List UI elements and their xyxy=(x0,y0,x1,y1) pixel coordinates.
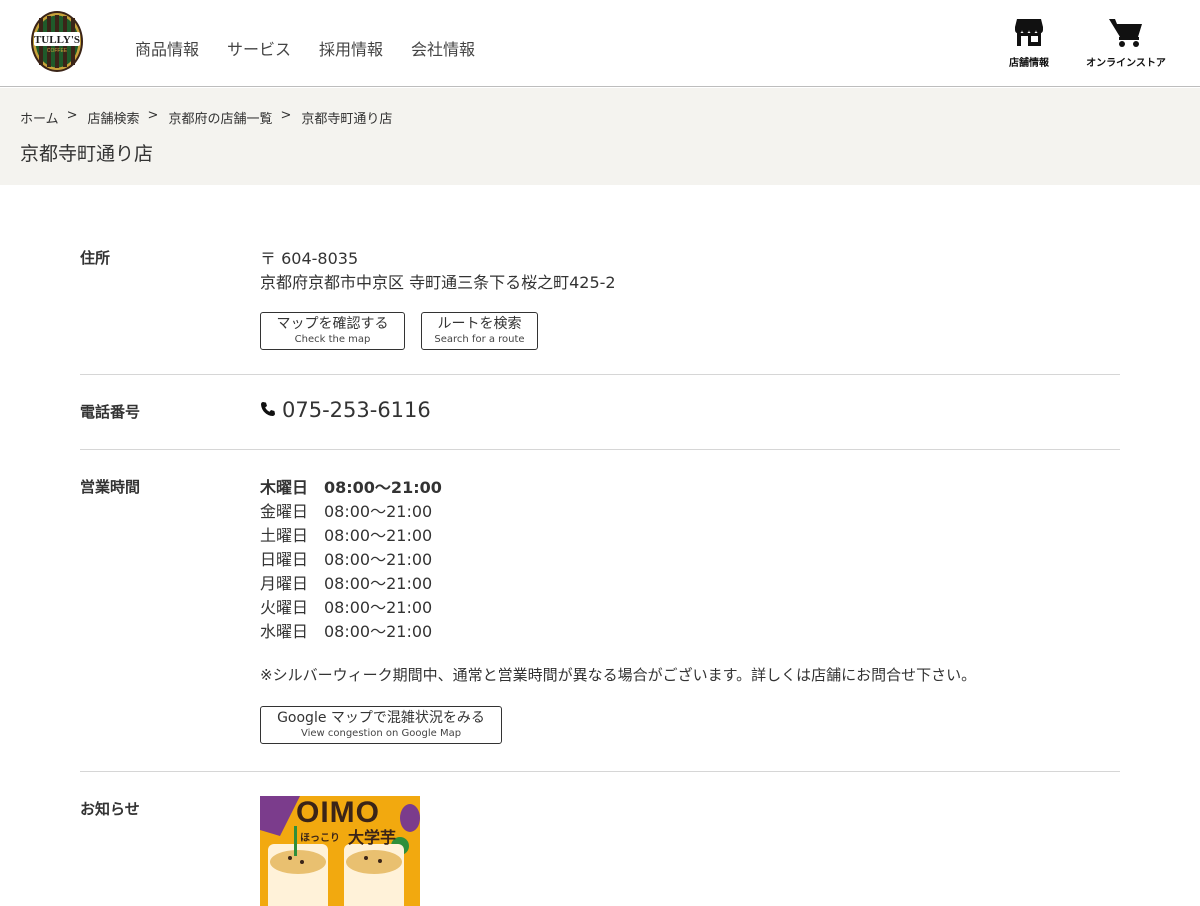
address-line: 京都府京都市中京区 寺町通三条下る桜之町425-2 xyxy=(260,273,616,292)
store-info-link[interactable]: 店舗情報 xyxy=(1004,16,1054,69)
phone-label: 電話番号 xyxy=(80,403,141,421)
search-route-button[interactable]: ルートを検索 Search for a route xyxy=(421,312,538,350)
nav-company[interactable]: 会社情報 xyxy=(411,36,475,60)
page-title: 京都寺町通り店 xyxy=(20,143,154,165)
check-map-button-label: マップを確認する xyxy=(276,316,389,332)
google-congestion-button-label: Google マップで混雑状況をみる xyxy=(277,710,485,726)
breadcrumb-store-search[interactable]: 店舗検索 xyxy=(88,108,140,127)
hours-row-today: 木曜日 08:00〜21:00 xyxy=(260,476,976,500)
hours-time: 08:00〜21:00 xyxy=(324,574,433,593)
svg-text:COFFEE: COFFEE xyxy=(47,48,68,54)
address-value: 〒 604-8035 京都府京都市中京区 寺町通三条下る桜之町425-2 マップ… xyxy=(260,247,616,350)
hours-day: 火曜日 xyxy=(260,598,309,617)
search-route-button-label: ルートを検索 xyxy=(437,316,522,332)
notice-value: OIMO ほっこり 大学芋 xyxy=(260,796,420,906)
hours-row: 月曜日 08:00〜21:00 xyxy=(260,572,976,596)
tullys-logo[interactable]: TULLY'S COFFEE xyxy=(30,10,84,73)
search-route-button-sublabel: Search for a route xyxy=(434,334,525,345)
hours-row: 火曜日 08:00〜21:00 xyxy=(260,596,976,620)
promo-subtitle: ほっこり xyxy=(300,833,340,844)
divider xyxy=(80,449,1120,450)
hours-time: 08:00〜21:00 xyxy=(324,598,433,617)
hours-list: 木曜日 08:00〜21:00 金曜日 08:00〜21:00 土曜日 08:00〜2… xyxy=(260,476,976,644)
divider xyxy=(80,771,1120,772)
google-congestion-button[interactable]: Google マップで混雑状況をみる View congestion on Go… xyxy=(260,706,502,744)
global-nav: 商品情報 サービス 採用情報 会社情報 xyxy=(135,36,475,60)
hours-time: 08:00〜21:00 xyxy=(324,502,433,521)
hours-note: ※シルバーウィーク期間中、通常と営業時間が異なる場合がございます。詳しくは店舗に… xyxy=(260,666,977,684)
breadcrumb-current: 京都寺町通り店 xyxy=(301,112,393,127)
divider xyxy=(80,374,1120,375)
google-congestion-button-sublabel: View congestion on Google Map xyxy=(300,728,462,739)
svg-text:TULLY'S: TULLY'S xyxy=(34,34,80,46)
hours-day: 土曜日 xyxy=(260,526,309,545)
breadcrumb-separator: > xyxy=(147,108,159,123)
phone-link[interactable]: 075-253-6116 xyxy=(260,398,431,422)
hours-day: 水曜日 xyxy=(260,622,309,641)
notice-label: お知らせ xyxy=(80,800,140,818)
site-header: TULLY'S COFFEE 商品情報 サービス 採用情報 会社情報 店舗情報 xyxy=(0,0,1200,87)
hours-day: 金曜日 xyxy=(260,502,309,521)
hours-time: 08:00〜21:00 xyxy=(324,550,433,569)
nav-products[interactable]: 商品情報 xyxy=(135,36,199,60)
store-icon xyxy=(1013,19,1045,52)
hours-day: 月曜日 xyxy=(260,574,309,593)
postal-code: 〒 604-8035 xyxy=(260,249,359,268)
breadcrumb-kyoto-list[interactable]: 京都府の店舗一覧 xyxy=(168,108,272,127)
hours-time: 08:00〜21:00 xyxy=(324,526,433,545)
check-map-button[interactable]: マップを確認する Check the map xyxy=(260,312,405,350)
hours-day: 木曜日 xyxy=(260,478,309,497)
breadcrumb-home[interactable]: ホーム xyxy=(20,108,59,127)
hours-row: 水曜日 08:00〜21:00 xyxy=(260,620,976,644)
hours-row: 土曜日 08:00〜21:00 xyxy=(260,524,976,548)
promo-banner[interactable]: OIMO ほっこり 大学芋 xyxy=(260,796,420,906)
hours-row: 金曜日 08:00〜21:00 xyxy=(260,500,976,524)
store-info-label: 店舗情報 xyxy=(1009,58,1049,69)
breadcrumb-band: ホーム > 店舗検索 > 京都府の店舗一覧 > 京都寺町通り店 京都寺町通り店 xyxy=(0,88,1200,185)
promo-name: 大学芋 xyxy=(348,828,397,847)
cart-icon xyxy=(1108,19,1144,52)
online-store-link[interactable]: オンラインストア xyxy=(1078,16,1174,69)
check-map-button-sublabel: Check the map xyxy=(294,334,371,345)
hours-row: 日曜日 08:00〜21:00 xyxy=(260,548,976,572)
phone-icon xyxy=(260,398,276,422)
breadcrumb-separator: > xyxy=(66,108,78,123)
breadcrumb-separator: > xyxy=(280,108,292,123)
address-label: 住所 xyxy=(80,249,111,267)
hours-label: 営業時間 xyxy=(80,478,141,496)
breadcrumb: ホーム > 店舗検索 > 京都府の店舗一覧 > 京都寺町通り店 xyxy=(20,108,392,127)
nav-recruit[interactable]: 採用情報 xyxy=(319,36,383,60)
hours-time: 08:00〜21:00 xyxy=(324,622,433,641)
nav-services[interactable]: サービス xyxy=(227,36,291,60)
hours-value: 木曜日 08:00〜21:00 金曜日 08:00〜21:00 土曜日 08:00〜2… xyxy=(260,476,976,744)
hours-day: 日曜日 xyxy=(260,550,309,569)
hours-time: 08:00〜21:00 xyxy=(324,478,442,497)
phone-number: 075-253-6116 xyxy=(282,398,431,422)
online-store-label: オンラインストア xyxy=(1086,58,1166,69)
